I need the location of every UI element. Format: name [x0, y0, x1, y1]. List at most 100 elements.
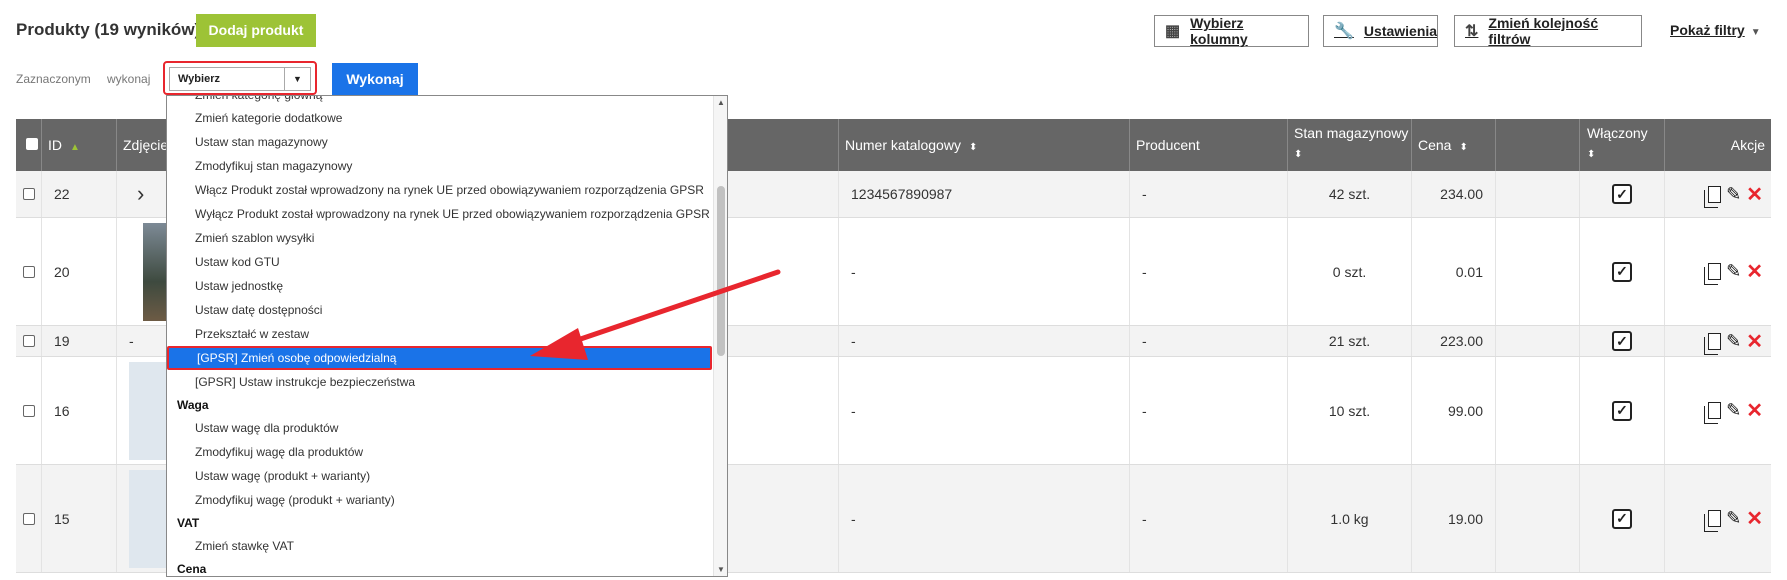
page-title: Produkty (19 wyników) — [16, 20, 201, 39]
header-price-label: Cena — [1418, 137, 1452, 153]
dropdown-group-price: Cena — [177, 562, 207, 576]
delete-icon[interactable]: ✕ — [1746, 398, 1763, 423]
filter-order-label: Zmień kolejność filtrów — [1488, 15, 1599, 47]
copy-icon[interactable] — [1704, 510, 1722, 532]
pencil-icon[interactable]: ✎ — [1726, 184, 1741, 205]
row-id: 22 — [42, 171, 117, 217]
delete-icon[interactable]: ✕ — [1746, 329, 1763, 354]
settings-label: Ustawienia — [1363, 23, 1438, 39]
row-catalog: - — [839, 465, 1130, 572]
row-checkbox[interactable] — [22, 512, 35, 525]
dropdown-option[interactable]: Zmień kategorie dodatkowe — [167, 106, 712, 130]
row-catalog: - — [839, 357, 1130, 464]
delete-icon[interactable]: ✕ — [1746, 506, 1763, 531]
delete-icon[interactable]: ✕ — [1746, 182, 1763, 207]
dropdown-option[interactable]: Ustaw wagę (produkt + warianty) — [167, 464, 712, 488]
header-producer: Producent — [1130, 119, 1288, 171]
dropdown-option[interactable]: Zmodyfikuj stan magazynowy — [167, 154, 712, 178]
row-producer: - — [1130, 326, 1288, 356]
row-catalog: 1234567890987 — [839, 171, 1130, 217]
enabled-checkbox[interactable]: ✓ — [1612, 508, 1632, 529]
dropdown-option[interactable]: Włącz Produkt został wprowadzony na ryne… — [167, 178, 712, 202]
row-id: 20 — [42, 218, 117, 325]
pencil-icon[interactable]: ✎ — [1726, 508, 1741, 529]
row-catalog: - — [839, 218, 1130, 325]
row-price: 0.01 — [1412, 218, 1496, 325]
row-catalog: - — [839, 326, 1130, 356]
enabled-checkbox[interactable]: ✓ — [1612, 184, 1632, 204]
header-enabled-label: Włączony — [1587, 125, 1648, 141]
chevron-down-icon[interactable]: ▼ — [284, 68, 310, 90]
row-checkbox[interactable] — [22, 265, 35, 278]
annotation-arrow — [530, 269, 781, 360]
dropdown-option[interactable]: Wyłącz Produkt został wprowadzony na ryn… — [167, 202, 712, 226]
row-stock: 1.0 kg — [1288, 465, 1412, 572]
header-stock[interactable]: Stan magazynowy ⬍ — [1288, 119, 1412, 171]
header-stock-label: Stan magazynowy — [1294, 125, 1409, 141]
choose-columns-label: Wybierz kolumny — [1190, 15, 1248, 47]
product-thumbnail[interactable] — [129, 469, 169, 568]
header-catalog[interactable]: Numer katalogowy ⬍ — [839, 119, 1130, 171]
sort-icon: ⬍ — [968, 142, 978, 153]
add-product-button[interactable]: Dodaj produkt — [196, 14, 316, 47]
pencil-icon[interactable]: ✎ — [1726, 400, 1741, 421]
dropdown-option[interactable]: Ustaw wagę dla produktów — [167, 416, 712, 440]
dropdown-option[interactable]: Zmień stawkę VAT — [167, 534, 712, 558]
execute-button[interactable]: Wykonaj — [332, 63, 418, 96]
copy-icon[interactable] — [1704, 185, 1722, 208]
dropdown-group-weight: Waga — [177, 398, 209, 412]
row-checkbox[interactable] — [22, 404, 35, 417]
header-producer-label: Producent — [1136, 137, 1200, 153]
header-price[interactable]: Cena ⬍ — [1412, 119, 1496, 171]
row-checkbox[interactable] — [22, 188, 35, 200]
row-stock: 21 szt. — [1288, 326, 1412, 356]
dropdown-option[interactable]: Zmodyfikuj wagę dla produktów — [167, 440, 712, 464]
bulk-action-select[interactable]: Wybierz ▼ — [169, 67, 311, 91]
row-id: 15 — [42, 465, 117, 572]
scroll-up-icon[interactable]: ▲ — [717, 98, 725, 107]
header-catalog-label: Numer katalogowy — [845, 137, 961, 153]
dropdown-option[interactable]: Ustaw stan magazynowy — [167, 130, 712, 154]
pencil-icon[interactable]: ✎ — [1726, 261, 1741, 282]
show-filters-label: Pokaż filtry — [1670, 22, 1745, 38]
enabled-checkbox[interactable]: ✓ — [1612, 400, 1632, 421]
dropdown-option[interactable]: [GPSR] Ustaw instrukcje bezpieczeństwa — [167, 370, 712, 394]
scroll-down-icon[interactable]: ▼ — [717, 565, 725, 574]
dropdown-group-vat: VAT — [177, 516, 200, 530]
bulk-do-label: wykonaj — [107, 72, 151, 86]
show-filters-toggle[interactable]: Pokaż filtry ▼ — [1670, 22, 1761, 38]
header-photo-label: Zdjęcie — [123, 137, 169, 153]
enabled-checkbox[interactable]: ✓ — [1612, 331, 1632, 351]
row-producer: - — [1130, 465, 1288, 572]
row-stock: 0 szt. — [1288, 218, 1412, 325]
row-producer: - — [1130, 171, 1288, 217]
copy-icon[interactable] — [1704, 332, 1722, 355]
header-id-label: ID — [48, 137, 62, 153]
copy-icon[interactable] — [1704, 263, 1722, 285]
sort-icon: ⬍ — [1294, 149, 1303, 160]
settings-button[interactable]: 🔧 Ustawienia — [1323, 15, 1438, 47]
header-select-all — [16, 119, 42, 171]
row-checkbox[interactable] — [22, 335, 35, 347]
filter-order-button[interactable]: ⇅ Zmień kolejność filtrów — [1454, 15, 1642, 47]
product-thumbnail[interactable] — [129, 361, 169, 460]
row-stock: 42 szt. — [1288, 171, 1412, 217]
choose-columns-button[interactable]: ▦ Wybierz kolumny — [1154, 15, 1309, 47]
dropdown-option[interactable]: Zmień szablon wysyłki — [167, 226, 712, 250]
header-id[interactable]: ID ▲ — [42, 119, 117, 171]
header-enabled[interactable]: Włączony ⬍ — [1580, 119, 1665, 171]
bulk-selected-label: Zaznaczonym — [16, 72, 91, 86]
select-all-checkbox[interactable] — [26, 138, 38, 150]
header-empty — [1496, 119, 1580, 171]
enabled-checkbox[interactable]: ✓ — [1612, 261, 1632, 282]
sort-arrows-icon: ⇅ — [1465, 23, 1479, 40]
copy-icon[interactable] — [1704, 402, 1722, 424]
header-actions-label: Akcje — [1730, 137, 1765, 153]
delete-icon[interactable]: ✕ — [1746, 259, 1763, 284]
pencil-icon[interactable]: ✎ — [1726, 331, 1741, 352]
row-id: 19 — [42, 326, 117, 356]
dropdown-option[interactable]: Zmodyfikuj wagę (produkt + warianty) — [167, 488, 712, 512]
chevron-right-icon: › — [137, 181, 145, 206]
sort-icon: ⬍ — [1587, 149, 1596, 160]
row-price: 234.00 — [1412, 171, 1496, 217]
